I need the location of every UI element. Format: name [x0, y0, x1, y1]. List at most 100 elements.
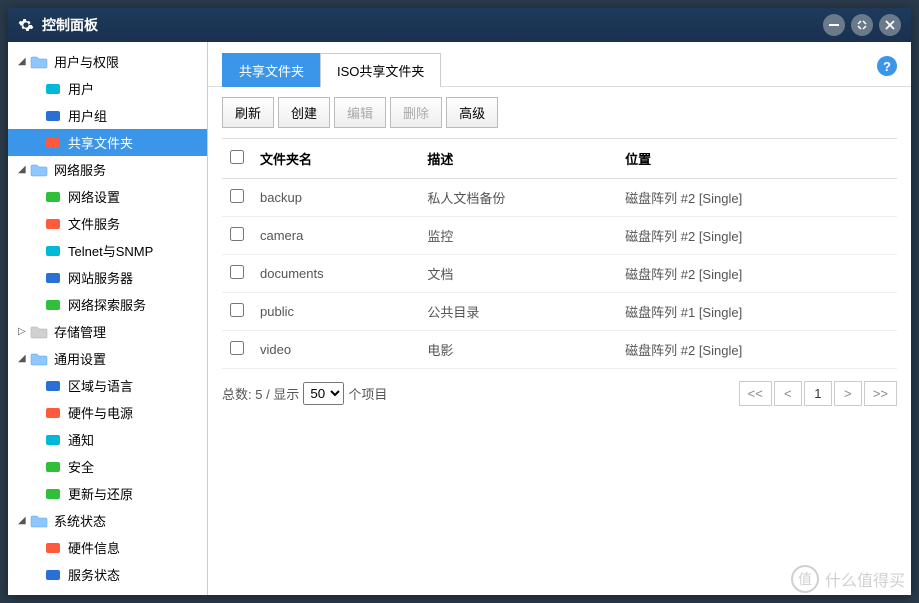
tree-item[interactable]: 安全	[8, 453, 207, 480]
row-checkbox[interactable]	[230, 227, 244, 241]
row-checkbox[interactable]	[230, 341, 244, 355]
terminal-icon	[44, 243, 62, 259]
table-row[interactable]: video 电影 磁盘阵列 #2 [Single]	[222, 331, 897, 369]
tree-item-label: 网站服务器	[68, 268, 133, 287]
caret-down-icon: ◢	[18, 56, 28, 67]
pager-current[interactable]: 1	[804, 381, 832, 406]
tree-item[interactable]: 硬件与电源	[8, 399, 207, 426]
page-size-select[interactable]: 50	[303, 382, 344, 405]
globe-icon	[44, 189, 62, 205]
tree-item[interactable]: 服务状态	[8, 561, 207, 588]
tree-item[interactable]: 用户	[8, 75, 207, 102]
tree-group-label: 存储管理	[54, 322, 106, 341]
tree-item-label: 硬件与电源	[68, 403, 133, 422]
cell-location: 磁盘阵列 #2 [Single]	[617, 331, 897, 369]
tab[interactable]: 共享文件夹	[222, 53, 321, 87]
table-footer: 总数: 5 / 显示 50 个项目 << < 1 > >>	[208, 369, 911, 418]
tree-item[interactable]: 硬件信息	[8, 534, 207, 561]
col-desc[interactable]: 描述	[419, 139, 617, 179]
cell-name: backup	[252, 179, 419, 217]
row-checkbox[interactable]	[230, 189, 244, 203]
close-button[interactable]	[879, 14, 901, 36]
tree-item[interactable]: 文件服务	[8, 210, 207, 237]
tree-item[interactable]: 网络探索服务	[8, 291, 207, 318]
tabs: 共享文件夹ISO共享文件夹 ?	[208, 42, 911, 87]
cell-name: public	[252, 293, 419, 331]
tree-item-label: 用户组	[68, 106, 107, 125]
help-icon[interactable]: ?	[877, 56, 897, 76]
tree-item-label: 更新与还原	[68, 484, 133, 503]
table-row[interactable]: documents 文档 磁盘阵列 #2 [Single]	[222, 255, 897, 293]
gear-icon	[18, 17, 34, 33]
cell-name: video	[252, 331, 419, 369]
tree-group[interactable]: ▷ 存储管理	[8, 318, 207, 345]
tree-item-label: 服务状态	[68, 565, 120, 584]
tree-item[interactable]: 共享文件夹	[8, 129, 207, 156]
minimize-button[interactable]	[823, 14, 845, 36]
create-button[interactable]: 创建	[278, 97, 330, 128]
e-badge-icon	[44, 270, 62, 286]
tab[interactable]: ISO共享文件夹	[320, 53, 441, 87]
row-checkbox[interactable]	[230, 265, 244, 279]
pager: << < 1 > >>	[739, 381, 897, 406]
folder-icon	[30, 324, 48, 340]
battery-icon	[44, 405, 62, 421]
tree-item[interactable]: 区域与语言	[8, 372, 207, 399]
pager-prev[interactable]: <	[774, 381, 802, 406]
tree-item[interactable]: 网络设置	[8, 183, 207, 210]
hwinfo-icon	[44, 540, 62, 556]
tree-group-label: 用户与权限	[54, 52, 119, 71]
tree-item-label: 安全	[68, 457, 94, 476]
discover-icon	[44, 297, 62, 313]
resmon-icon	[44, 594, 62, 596]
pager-next[interactable]: >	[834, 381, 862, 406]
cell-desc: 电影	[419, 331, 617, 369]
user-icon	[44, 81, 62, 97]
edit-button[interactable]: 编辑	[334, 97, 386, 128]
pager-last[interactable]: >>	[864, 381, 897, 406]
cell-desc: 监控	[419, 217, 617, 255]
tree-item[interactable]: 用户组	[8, 102, 207, 129]
tree-item-label: 用户	[68, 79, 94, 98]
tree-item[interactable]: Telnet与SNMP	[8, 237, 207, 264]
tree-group[interactable]: ◢ 用户与权限	[8, 48, 207, 75]
maximize-button[interactable]	[851, 14, 873, 36]
tree-item-label: 网络设置	[68, 187, 120, 206]
folder-icon	[30, 513, 48, 529]
caret-down-icon: ◢	[18, 164, 28, 175]
tree-item[interactable]: 更新与还原	[8, 480, 207, 507]
gear-icon	[44, 378, 62, 394]
tree-group[interactable]: ◢ 通用设置	[8, 345, 207, 372]
col-name[interactable]: 文件夹名	[252, 139, 419, 179]
refresh-button[interactable]: 刷新	[222, 97, 274, 128]
col-location[interactable]: 位置	[617, 139, 897, 179]
svcstat-icon	[44, 567, 62, 583]
advanced-button[interactable]: 高级	[446, 97, 498, 128]
tree-group[interactable]: ◢ 网络服务	[8, 156, 207, 183]
caret-down-icon: ◢	[18, 353, 28, 364]
table-row[interactable]: public 公共目录 磁盘阵列 #1 [Single]	[222, 293, 897, 331]
shield-icon	[44, 459, 62, 475]
cell-location: 磁盘阵列 #2 [Single]	[617, 217, 897, 255]
select-all-checkbox[interactable]	[230, 150, 244, 164]
table-row[interactable]: camera 监控 磁盘阵列 #2 [Single]	[222, 217, 897, 255]
row-checkbox[interactable]	[230, 303, 244, 317]
pager-first[interactable]: <<	[739, 381, 772, 406]
monitor-icon	[44, 135, 62, 151]
table-row[interactable]: backup 私人文档备份 磁盘阵列 #2 [Single]	[222, 179, 897, 217]
tree-item-label: 硬件信息	[68, 538, 120, 557]
delete-button[interactable]: 删除	[390, 97, 442, 128]
tree-item[interactable]: 网站服务器	[8, 264, 207, 291]
caret-down-icon: ◢	[18, 515, 28, 526]
tree-item-label: 网络探索服务	[68, 295, 146, 314]
tree-group-label: 通用设置	[54, 349, 106, 368]
tree-group[interactable]: ◢ 系统状态	[8, 507, 207, 534]
fileserv-icon	[44, 216, 62, 232]
folder-icon	[30, 351, 48, 367]
tree-item-label: Telnet与SNMP	[68, 241, 153, 260]
tree-item[interactable]: 通知	[8, 426, 207, 453]
items-suffix: 个项目	[348, 384, 387, 403]
tree-item[interactable]: 资源监控	[8, 588, 207, 595]
cell-location: 磁盘阵列 #1 [Single]	[617, 293, 897, 331]
titlebar[interactable]: 控制面板	[8, 8, 911, 42]
